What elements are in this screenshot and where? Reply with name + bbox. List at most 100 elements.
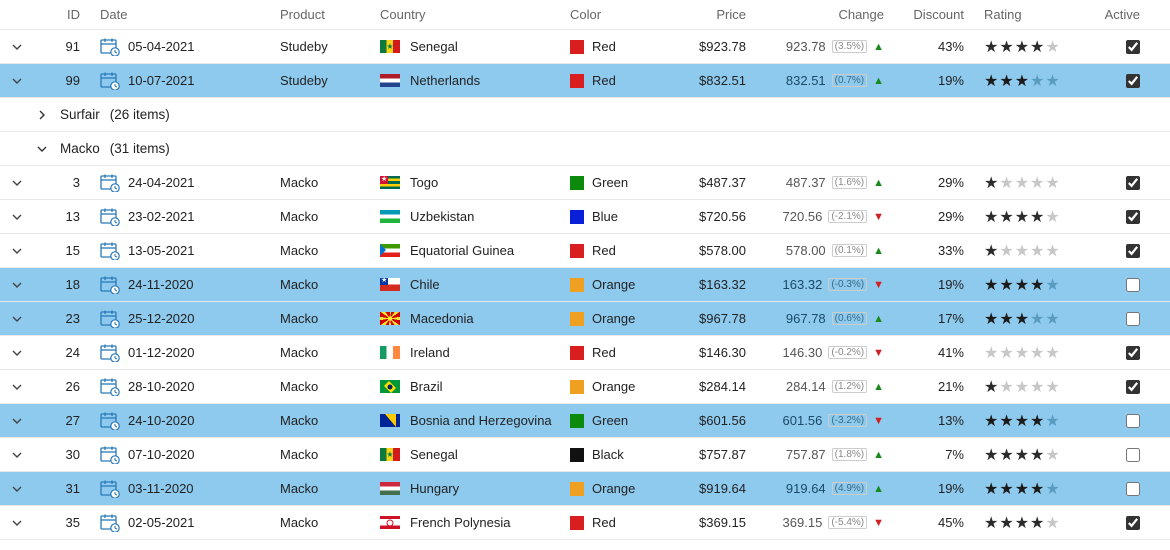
color-text: Orange [592, 379, 635, 394]
table-row[interactable]: 18 24-11-2020 Macko Chile Orange $163.32… [0, 268, 1170, 302]
header-active[interactable]: Active [1098, 7, 1158, 22]
row-expand[interactable] [0, 484, 34, 494]
table-row[interactable]: 15 13-05-2021 Macko Equatorial Guinea Re… [0, 234, 1170, 268]
table-row[interactable]: 23 25-12-2020 Macko Macedonia Orange $96… [0, 302, 1170, 336]
date-text: 28-10-2020 [128, 379, 195, 394]
date-text: 03-11-2020 [128, 481, 194, 496]
change-value: 720.56 [783, 209, 823, 224]
active-checkbox[interactable] [1126, 346, 1140, 360]
date-text: 10-07-2021 [128, 73, 195, 88]
cell-price: $720.56 [660, 209, 760, 224]
header-discount[interactable]: Discount [890, 7, 978, 22]
row-expand[interactable] [0, 246, 34, 256]
arrow-up-icon: ▲ [873, 313, 884, 325]
change-pct: (0.1%) [832, 244, 867, 257]
color-text: Green [592, 413, 628, 428]
active-checkbox[interactable] [1126, 380, 1140, 394]
table-row[interactable]: 99 10-07-2021 Studeby Netherlands Red $8… [0, 64, 1170, 98]
flag-icon [380, 74, 400, 87]
color-text: Red [592, 515, 616, 530]
header-id[interactable]: ID [34, 7, 94, 22]
cell-active [1098, 278, 1158, 292]
cell-color: Orange [564, 481, 660, 496]
header-product[interactable]: Product [274, 7, 374, 22]
active-checkbox[interactable] [1126, 278, 1140, 292]
active-checkbox[interactable] [1126, 176, 1140, 190]
table-row[interactable]: 35 02-05-2021 Macko French Polynesia Red… [0, 506, 1170, 540]
row-expand[interactable] [0, 450, 34, 460]
cell-price: $601.56 [660, 413, 760, 428]
cell-active [1098, 346, 1158, 360]
active-checkbox[interactable] [1126, 516, 1140, 530]
calendar-clock-icon [100, 412, 120, 430]
flag-icon [380, 380, 400, 393]
table-row[interactable]: 26 28-10-2020 Macko Brazil Orange $284.1… [0, 370, 1170, 404]
change-pct: (4.9%) [832, 482, 867, 495]
active-checkbox[interactable] [1126, 312, 1140, 326]
country-text: Chile [410, 277, 440, 292]
header-change[interactable]: Change [760, 7, 890, 22]
row-expand[interactable] [0, 348, 34, 358]
cell-date: 10-07-2021 [94, 72, 274, 90]
cell-active [1098, 40, 1158, 54]
table-row[interactable]: 91 05-04-2021 Studeby Senegal Red $923.7… [0, 30, 1170, 64]
header-price[interactable]: Price [660, 7, 760, 22]
group-label: Surfair [60, 107, 100, 122]
row-expand[interactable] [0, 416, 34, 426]
arrow-up-icon: ▲ [873, 381, 884, 393]
active-checkbox[interactable] [1126, 40, 1140, 54]
active-checkbox[interactable] [1126, 482, 1140, 496]
active-checkbox[interactable] [1126, 414, 1140, 428]
color-swatch [570, 380, 584, 394]
change-value: 487.37 [786, 175, 826, 190]
active-checkbox[interactable] [1126, 210, 1140, 224]
row-expand[interactable] [0, 382, 34, 392]
active-checkbox[interactable] [1126, 448, 1140, 462]
cell-product: Macko [274, 413, 374, 428]
table-row[interactable]: 3 24-04-2021 Macko Togo Green $487.37 48… [0, 166, 1170, 200]
cell-price: $923.78 [660, 39, 760, 54]
cell-product: Macko [274, 345, 374, 360]
cell-active [1098, 244, 1158, 258]
row-expand[interactable] [0, 314, 34, 324]
group-row-surfair[interactable]: Surfair (26 items) [0, 98, 1170, 132]
row-expand[interactable] [0, 212, 34, 222]
arrow-up-icon: ▲ [873, 449, 884, 461]
country-text: Netherlands [410, 73, 480, 88]
chevron-down-icon [12, 42, 22, 52]
change-value: 832.51 [786, 73, 826, 88]
cell-active [1098, 516, 1158, 530]
cell-id: 91 [34, 39, 94, 54]
cell-color: Orange [564, 277, 660, 292]
table-row[interactable]: 13 23-02-2021 Macko Uzbekistan Blue $720… [0, 200, 1170, 234]
cell-discount: 29% [890, 175, 978, 190]
arrow-down-icon: ▼ [873, 517, 884, 529]
header-date[interactable]: Date [94, 7, 274, 22]
cell-rating: ★★★★★ [978, 275, 1098, 295]
cell-rating: ★★★★★ [978, 377, 1098, 397]
row-expand[interactable] [0, 42, 34, 52]
table-row[interactable]: 27 24-10-2020 Macko Bosnia and Herzegovi… [0, 404, 1170, 438]
row-expand[interactable] [0, 518, 34, 528]
change-pct: (1.6%) [832, 176, 867, 189]
row-expand[interactable] [0, 280, 34, 290]
cell-active [1098, 74, 1158, 88]
cell-price: $284.14 [660, 379, 760, 394]
cell-active [1098, 414, 1158, 428]
active-checkbox[interactable] [1126, 74, 1140, 88]
header-rating[interactable]: Rating [978, 7, 1098, 22]
header-country[interactable]: Country [374, 7, 564, 22]
row-expand[interactable] [0, 178, 34, 188]
table-row[interactable]: 24 01-12-2020 Macko Ireland Red $146.30 … [0, 336, 1170, 370]
header-color[interactable]: Color [564, 7, 660, 22]
cell-discount: 19% [890, 481, 978, 496]
row-expand[interactable] [0, 76, 34, 86]
table-row[interactable]: 31 03-11-2020 Macko Hungary Orange $919.… [0, 472, 1170, 506]
cell-product: Macko [274, 175, 374, 190]
cell-country: Macedonia [374, 311, 564, 326]
change-pct: (-3.2%) [828, 414, 867, 427]
cell-discount: 17% [890, 311, 978, 326]
active-checkbox[interactable] [1126, 244, 1140, 258]
table-row[interactable]: 30 07-10-2020 Macko Senegal Black $757.8… [0, 438, 1170, 472]
group-row-macko[interactable]: Macko (31 items) [0, 132, 1170, 166]
